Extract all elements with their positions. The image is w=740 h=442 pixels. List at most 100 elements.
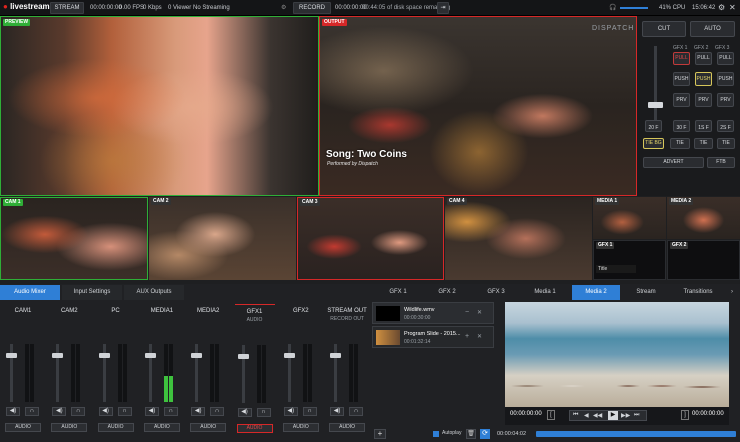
audio-button[interactable]: AUDIO: [5, 423, 41, 432]
cam2-thumb[interactable]: CAM 2: [149, 197, 296, 280]
gfx3-prv-button[interactable]: PRV: [717, 93, 734, 107]
fader-knob[interactable]: [144, 353, 156, 358]
cut-button[interactable]: CUT: [642, 21, 686, 37]
close-icon[interactable]: ✕: [477, 333, 482, 340]
tab-gfx1[interactable]: GFX 1: [374, 285, 422, 300]
rewind-icon[interactable]: ◀◀: [593, 412, 602, 419]
transition-1sf[interactable]: 1S F: [695, 120, 712, 132]
media1-thumb[interactable]: MEDIA 1: [593, 197, 666, 239]
speaker-icon[interactable]: ◀): [283, 407, 298, 416]
headphones-icon[interactable]: ∩: [117, 407, 132, 416]
ftb-button[interactable]: FTB: [707, 157, 735, 168]
tab-audio-mixer[interactable]: Audio Mixer: [0, 285, 60, 300]
headphones-icon[interactable]: ∩: [210, 407, 225, 416]
playlist-item[interactable]: Program Slide - 2015... 00:01:32:14 + ✕: [372, 326, 494, 348]
audio-button[interactable]: AUDIO: [51, 423, 88, 432]
playlist-item[interactable]: Wildlife.wmv 00:00:30:00 − ✕: [372, 302, 494, 324]
step-back-icon[interactable]: ◀: [584, 412, 589, 419]
gfx2-push-button[interactable]: PUSH: [695, 72, 712, 86]
speaker-icon[interactable]: ◀): [237, 408, 252, 417]
gfx1-thumb[interactable]: GFX 1 Title: [593, 240, 666, 280]
cam3-thumb[interactable]: CAM 3: [297, 197, 444, 280]
more-tabs-icon[interactable]: ›: [726, 285, 738, 300]
cam4-thumb[interactable]: CAM 4: [445, 197, 592, 280]
volume-slider[interactable]: [620, 7, 648, 9]
speaker-icon[interactable]: ◀): [191, 407, 206, 416]
tab-stream[interactable]: Stream: [622, 285, 670, 300]
tab-aux-outputs[interactable]: AUX Outputs: [124, 285, 184, 300]
tab-gfx2[interactable]: GFX 2: [423, 285, 471, 300]
transition-20f[interactable]: 20 F: [645, 120, 662, 132]
audio-button[interactable]: AUDIO: [143, 423, 180, 432]
speaker-icon[interactable]: ◀): [330, 407, 345, 416]
loop-icon[interactable]: ⟳: [480, 429, 490, 439]
advert-button[interactable]: ADVERT: [643, 157, 704, 168]
gfx1-prv-button[interactable]: PRV: [673, 93, 690, 107]
tie-bg-button[interactable]: TIE BG: [643, 138, 664, 149]
tie-button-1[interactable]: TIE: [670, 138, 690, 149]
fader-knob[interactable]: [6, 353, 17, 358]
fader-knob[interactable]: [283, 353, 295, 358]
audio-button[interactable]: AUDIO: [282, 423, 319, 432]
gfx2-pull-button[interactable]: PULL: [695, 52, 712, 65]
fader-knob[interactable]: [191, 353, 203, 358]
tab-gfx3[interactable]: GFX 3: [472, 285, 520, 300]
speaker-icon[interactable]: ◀): [6, 407, 20, 416]
tie-button-2[interactable]: TIE: [694, 138, 713, 149]
gfx1-push-button[interactable]: PUSH: [673, 72, 690, 86]
media2-thumb[interactable]: MEDIA 2: [667, 197, 740, 239]
export-icon[interactable]: ⇥: [437, 2, 449, 14]
audio-button[interactable]: AUDIO: [97, 423, 134, 432]
play-icon[interactable]: ▶: [608, 411, 618, 420]
audio-button[interactable]: AUDIO: [190, 423, 227, 432]
gfx3-pull-button[interactable]: PULL: [717, 52, 734, 65]
bracket-out-icon[interactable]: ]: [681, 410, 689, 420]
speaker-icon[interactable]: ◀): [52, 407, 67, 416]
tab-transitions[interactable]: Transitions: [672, 285, 724, 300]
headphones-icon[interactable]: ∩: [302, 407, 317, 416]
fader-knob[interactable]: [52, 353, 64, 358]
gfx2-thumb[interactable]: GFX 2: [667, 240, 740, 280]
tie-button-3[interactable]: TIE: [717, 138, 735, 149]
headphones-icon[interactable]: ∩: [25, 407, 39, 416]
preview-monitor[interactable]: PREVIEW: [0, 16, 319, 196]
audio-button[interactable]: AUDIO: [236, 424, 273, 433]
cam1-thumb[interactable]: CAM 1: [0, 197, 148, 280]
gfx2-prv-button[interactable]: PRV: [695, 93, 712, 107]
skip-back-icon[interactable]: ⏮: [573, 412, 578, 419]
close-icon[interactable]: ✕: [729, 3, 736, 13]
remove-icon[interactable]: −: [465, 309, 469, 316]
delete-icon[interactable]: 🗑: [466, 429, 476, 439]
autoplay-checkbox[interactable]: [433, 431, 439, 437]
gear-icon[interactable]: ⚙: [718, 3, 725, 13]
bracket-in-icon[interactable]: [: [547, 410, 555, 420]
player-progress[interactable]: [536, 431, 736, 437]
headphones-icon[interactable]: ∩: [349, 407, 364, 416]
fader-knob[interactable]: [98, 353, 110, 358]
speaker-icon[interactable]: ◀): [144, 407, 159, 416]
settings-icon[interactable]: ⚙: [281, 3, 286, 13]
forward-icon[interactable]: ▶▶: [621, 412, 630, 419]
headphones-icon[interactable]: ∩: [71, 407, 86, 416]
headphones-icon[interactable]: ∩: [256, 408, 271, 417]
fader-knob[interactable]: [237, 354, 249, 359]
tab-media1[interactable]: Media 1: [521, 285, 569, 300]
skip-forward-icon[interactable]: ⏭: [634, 412, 639, 419]
headphones-icon[interactable]: 🎧: [609, 3, 616, 13]
transition-30f[interactable]: 30 F: [673, 120, 690, 132]
speaker-icon[interactable]: ◀): [98, 407, 113, 416]
add-icon[interactable]: +: [465, 333, 469, 340]
close-icon[interactable]: ✕: [477, 309, 482, 316]
t-bar-handle[interactable]: [648, 102, 663, 108]
transition-2sf[interactable]: 2S F: [717, 120, 734, 132]
audio-button[interactable]: AUDIO: [329, 423, 366, 432]
headphones-icon[interactable]: ∩: [163, 407, 178, 416]
auto-button[interactable]: AUTO: [690, 21, 735, 37]
fader-knob[interactable]: [330, 353, 342, 358]
tab-media2[interactable]: Media 2: [572, 285, 620, 300]
stream-button[interactable]: STREAM: [50, 2, 84, 14]
add-media-button[interactable]: +: [374, 429, 386, 439]
gfx1-pull-button[interactable]: PULL: [673, 52, 690, 65]
gfx3-push-button[interactable]: PUSH: [717, 72, 734, 86]
tab-input-settings[interactable]: Input Settings: [62, 285, 122, 300]
